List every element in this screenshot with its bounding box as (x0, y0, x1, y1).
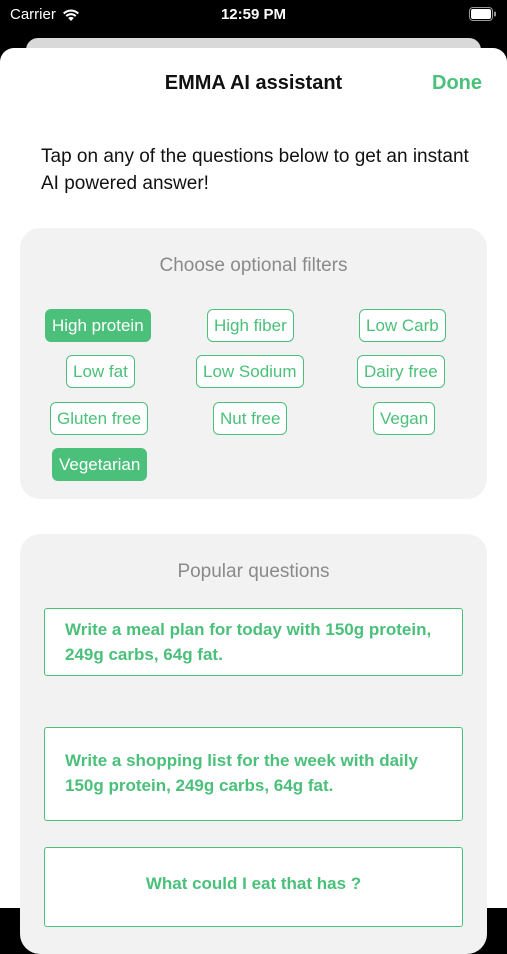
question-text: Write a shopping list for the week with … (65, 751, 418, 795)
filter-chip-dairy-free[interactable]: Dairy free (357, 355, 445, 388)
assistant-sheet: EMMA AI assistant Done Tap on any of the… (0, 48, 507, 954)
battery-icon (469, 7, 496, 21)
question-text: Write a meal plan for today with 150g pr… (65, 620, 432, 664)
status-time: 12:59 PM (220, 6, 287, 23)
filter-chip-high-protein[interactable]: High protein (45, 309, 151, 342)
done-button[interactable]: Done (432, 72, 482, 95)
questions-card: Popular questions Write a meal plan for … (20, 534, 487, 954)
filters-card: Choose optional filters High protein Hig… (20, 228, 487, 499)
questions-heading: Popular questions (177, 561, 330, 582)
filter-chip-nut-free[interactable]: Nut free (213, 402, 288, 435)
filter-chip-vegan[interactable]: Vegan (373, 402, 436, 435)
question-meal-plan[interactable]: Write a meal plan for today with 150g pr… (44, 608, 463, 676)
question-text: What could I eat that has ? (145, 874, 362, 893)
status-bar: Carrier 12:59 PM (0, 0, 507, 32)
question-shopping-list[interactable]: Write a shopping list for the week with … (44, 727, 463, 821)
filter-chip-high-fiber[interactable]: High fiber (207, 309, 294, 342)
filter-chip-low-carb[interactable]: Low Carb (359, 309, 446, 342)
filter-chip-low-sodium[interactable]: Low Sodium (196, 355, 304, 388)
filter-chip-vegetarian[interactable]: Vegetarian (52, 448, 148, 481)
intro-text: Tap on any of the questions below to get… (41, 146, 469, 194)
filter-chip-gluten-free[interactable]: Gluten free (50, 402, 149, 435)
filters-heading: Choose optional filters (159, 255, 348, 276)
page-title: EMMA AI assistant (164, 72, 343, 94)
question-what-could-i-eat[interactable]: What could I eat that has ? (44, 847, 463, 927)
filter-chip-low-fat[interactable]: Low fat (66, 355, 135, 388)
